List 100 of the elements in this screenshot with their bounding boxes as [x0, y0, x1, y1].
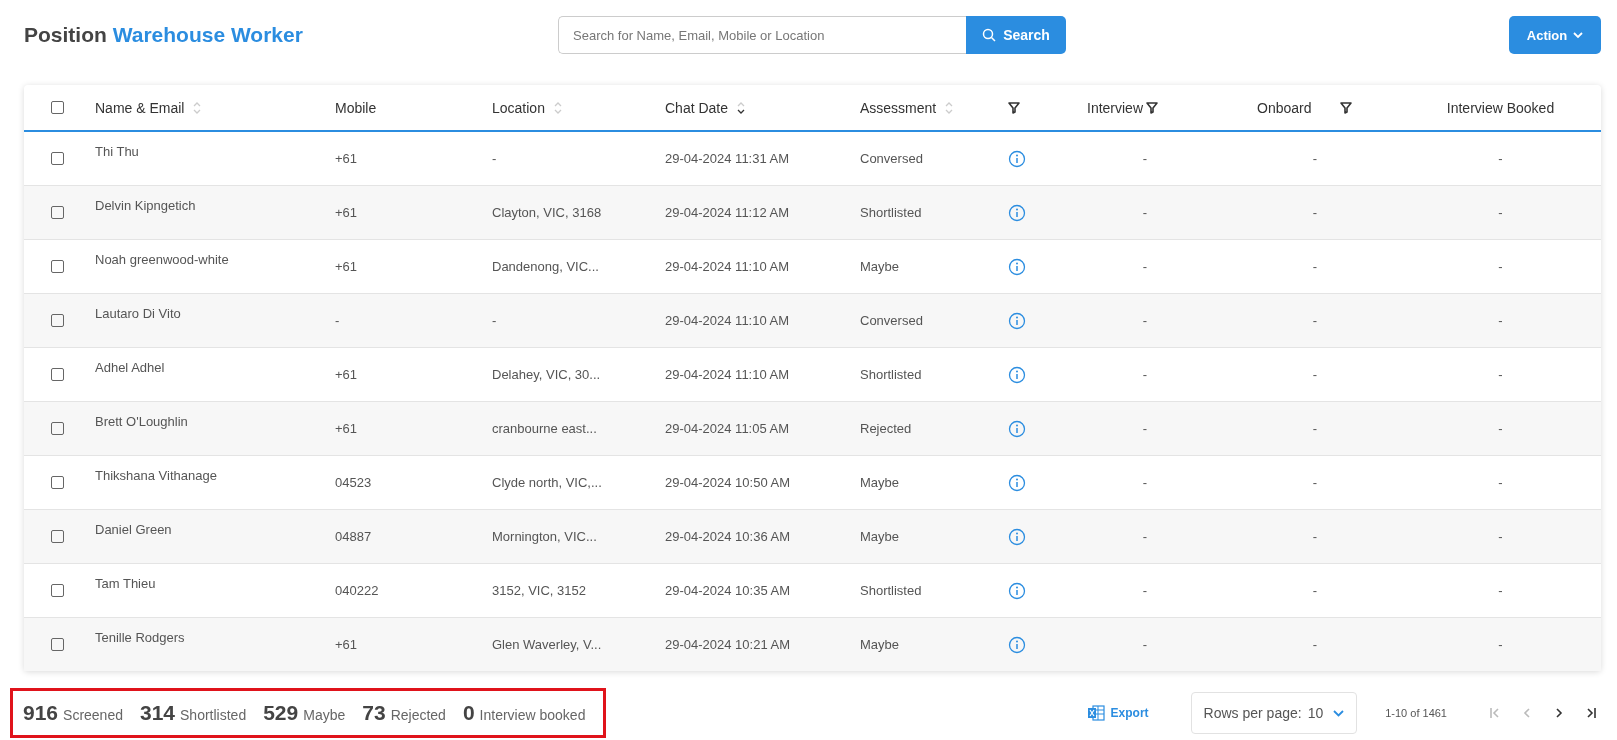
- table-cell: -: [335, 313, 340, 328]
- row-checkbox[interactable]: [50, 638, 64, 651]
- chevron-left-icon: [1521, 707, 1533, 719]
- info-icon[interactable]: [1008, 581, 1026, 600]
- table-cell: Maybe: [860, 475, 900, 490]
- table-cell: 29-04-2024 11:12 AM: [665, 205, 790, 220]
- table-cell: Shortlisted: [860, 205, 922, 220]
- table-cell: -: [1498, 205, 1503, 220]
- table-cell: 29-04-2024 10:21 AM: [665, 637, 791, 652]
- table-cell: Clayton, VIC, 3168: [492, 205, 602, 220]
- column-header: Assessment: [860, 99, 937, 116]
- table-cell: -: [1312, 421, 1318, 436]
- stat-label: Maybe: [303, 707, 346, 723]
- table-cell: Daniel Green: [95, 522, 172, 537]
- table-cell: -: [1142, 367, 1148, 382]
- table-cell: Tam Thieu: [95, 576, 156, 591]
- table-cell: 3152, VIC, 3152: [492, 583, 586, 598]
- table-cell: -: [1498, 367, 1503, 382]
- info-icon[interactable]: [1008, 149, 1026, 168]
- row-checkbox[interactable]: [50, 368, 64, 381]
- select-all-checkbox[interactable]: [50, 101, 64, 114]
- info-icon[interactable]: [1008, 365, 1026, 384]
- table-cell: -: [1498, 313, 1503, 328]
- table-cell: -: [1142, 583, 1148, 598]
- table-cell: 29-04-2024 10:50 AM: [665, 475, 791, 490]
- table-cell: -: [492, 151, 497, 166]
- info-icon[interactable]: [1008, 635, 1026, 654]
- info-icon[interactable]: [1008, 257, 1026, 276]
- stat-count: 529: [263, 701, 299, 725]
- row-checkbox[interactable]: [50, 152, 64, 165]
- table-cell: -: [1142, 529, 1148, 544]
- table-cell: 29-04-2024 10:36 AM: [665, 529, 791, 544]
- info-icon[interactable]: [1008, 473, 1026, 492]
- column-header: Name & Email: [95, 99, 185, 116]
- table-cell: -: [1142, 421, 1148, 436]
- search-button[interactable]: Search: [966, 16, 1066, 54]
- table-cell: -: [1498, 421, 1503, 436]
- row-checkbox[interactable]: [50, 206, 64, 219]
- table-cell: 29-04-2024 11:10 AM: [665, 367, 790, 382]
- chevron-right-icon: [1553, 707, 1565, 719]
- column-header: Interview: [1087, 99, 1144, 116]
- row-checkbox[interactable]: [50, 422, 64, 435]
- table-cell: Adhel Adhel: [95, 360, 165, 375]
- filter-icon[interactable]: [1146, 101, 1158, 114]
- table-cell: -: [1498, 529, 1503, 544]
- filter-icon[interactable]: [1340, 101, 1352, 114]
- table-cell: -: [1498, 259, 1503, 274]
- table-cell: 04887: [335, 529, 372, 544]
- table-cell: -: [1498, 151, 1503, 166]
- row-checkbox[interactable]: [50, 314, 64, 327]
- table-cell: -: [1312, 637, 1318, 652]
- table-cell: -: [1142, 151, 1148, 166]
- table-cell: Maybe: [860, 259, 900, 274]
- table-cell: Mornington, VIC...: [492, 529, 597, 544]
- rows-per-page-select[interactable]: Rows per page: 10: [1190, 692, 1358, 734]
- table-cell: -: [1312, 205, 1318, 220]
- stat-count: 314: [140, 701, 176, 725]
- table-cell: Conversed: [860, 313, 923, 328]
- search-icon: [982, 28, 997, 42]
- table-cell: Clyde north, VIC,...: [492, 475, 602, 490]
- info-icon[interactable]: [1008, 311, 1026, 330]
- column-header: Mobile: [335, 99, 377, 116]
- page-title: Position Warehouse Worker: [24, 23, 304, 47]
- first-page-icon: [1489, 707, 1501, 719]
- table-cell: -: [1142, 475, 1148, 490]
- row-checkbox[interactable]: [50, 260, 64, 273]
- row-checkbox[interactable]: [50, 476, 64, 489]
- table-cell: Lautaro Di Vito: [95, 306, 181, 321]
- stat-label: Interview booked: [479, 707, 586, 723]
- action-button[interactable]: Action: [1509, 16, 1601, 54]
- table-cell: -: [1312, 313, 1318, 328]
- stat-label: Rejected: [390, 707, 446, 723]
- table-cell: Shortlisted: [860, 583, 922, 598]
- info-icon[interactable]: [1008, 419, 1026, 438]
- table-cell: +61: [335, 421, 358, 436]
- table-cell: 040222: [335, 583, 379, 598]
- table-cell: 29-04-2024 11:05 AM: [665, 421, 790, 436]
- table-cell: -: [1312, 259, 1318, 274]
- table-cell: 29-04-2024 11:31 AM: [665, 151, 790, 166]
- info-icon[interactable]: [1008, 203, 1026, 222]
- table-cell: 29-04-2024 11:10 AM: [665, 313, 790, 328]
- spreadsheet-icon: [1086, 705, 1105, 721]
- row-checkbox[interactable]: [50, 584, 64, 597]
- table-cell: Dandenong, VIC...: [492, 259, 599, 274]
- table-cell: Glen Waverley, V...: [492, 637, 602, 652]
- column-header: Onboard: [1257, 99, 1312, 116]
- search-field[interactable]: Search for Name, Email, Mobile or Location: [558, 16, 966, 54]
- filter-icon[interactable]: [1008, 101, 1020, 114]
- table-cell: +61: [335, 151, 358, 166]
- table-cell: Brett O'Loughlin: [95, 414, 188, 429]
- table-cell: cranbourne east...: [492, 421, 597, 436]
- info-icon[interactable]: [1008, 527, 1026, 546]
- table-cell: Conversed: [860, 151, 923, 166]
- export-button[interactable]: Export: [1080, 704, 1155, 722]
- table-cell: -: [1498, 583, 1503, 598]
- table-cell: Tenille Rodgers: [95, 630, 185, 645]
- stat-count: 916: [23, 701, 59, 725]
- table-cell: -: [1312, 529, 1318, 544]
- table-cell: Shortlisted: [860, 367, 922, 382]
- row-checkbox[interactable]: [50, 530, 64, 543]
